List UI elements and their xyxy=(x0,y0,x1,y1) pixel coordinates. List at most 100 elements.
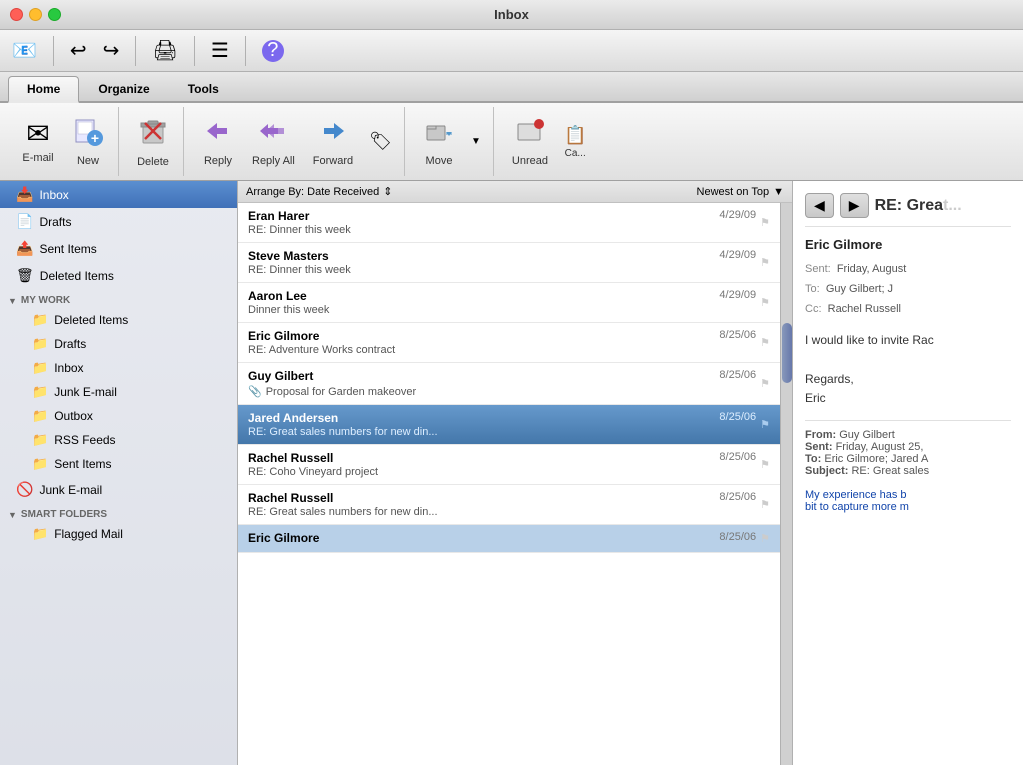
sidebar-item-junk-email[interactable]: 🚫 Junk E-mail xyxy=(0,476,237,503)
categorize-icon: 📋 xyxy=(564,125,586,146)
cc-label: Cc: xyxy=(805,303,822,315)
email-subject: Dinner this week xyxy=(248,304,711,316)
tab-tools[interactable]: Tools xyxy=(169,76,238,101)
mw-deleted-icon: 📁 xyxy=(32,312,48,328)
table-row[interactable]: Eran Harer RE: Dinner this week 4/29/09 … xyxy=(238,203,780,243)
newest-arrow-icon: ▼ xyxy=(773,186,784,198)
preview-forward-button[interactable]: ▶ xyxy=(840,193,869,218)
sidebar-item-mw-junk[interactable]: 📁 Junk E-mail xyxy=(0,380,237,404)
table-row[interactable]: Aaron Lee Dinner this week 4/29/09 ⚑ xyxy=(238,283,780,323)
sidebar-item-mw-rss[interactable]: 📁 RSS Feeds xyxy=(0,428,237,452)
sidebar-drafts-label: Drafts xyxy=(39,215,229,229)
email-subject: RE: Great sales numbers for new din... xyxy=(248,506,711,518)
reply-button[interactable]: Reply xyxy=(194,112,242,171)
scrollbar-thumb[interactable] xyxy=(782,323,792,383)
print-toolbar-btn[interactable]: 🖨 xyxy=(148,36,181,65)
sidebar-item-mw-drafts[interactable]: 📁 Drafts xyxy=(0,332,237,356)
email-row-content: Eric Gilmore RE: Adventure Works contrac… xyxy=(248,329,711,356)
email-row-content: Steve Masters RE: Dinner this week xyxy=(248,249,711,276)
arrange-sort-icon: ⇕ xyxy=(383,185,392,198)
table-row[interactable]: Eric Gilmore 8/25/06 ⚑ xyxy=(238,525,780,553)
move-button[interactable]: Move xyxy=(415,112,463,171)
preview-header-bar: ◀ ▶ RE: Great... xyxy=(805,193,1011,227)
print-icon: 🖨 xyxy=(152,38,177,63)
mail-toolbar-icon[interactable]: 📧 xyxy=(8,36,41,65)
sidebar-item-mw-sent[interactable]: 📁 Sent Items xyxy=(0,452,237,476)
table-row[interactable]: Rachel Russell RE: Great sales numbers f… xyxy=(238,485,780,525)
mw-sent-icon: 📁 xyxy=(32,456,48,472)
email-list-scrollbar[interactable] xyxy=(780,203,792,765)
sidebar: 📥 Inbox 📄 Drafts 📤 Sent Items 🗑 Deleted … xyxy=(0,181,238,765)
smart-folders-label: SMART FOLDERS xyxy=(21,509,107,520)
to-value: Guy Gilbert; J xyxy=(826,283,893,295)
quoted-subject-label: Subject: xyxy=(805,465,848,477)
table-row[interactable]: Rachel Russell RE: Coho Vineyard project… xyxy=(238,445,780,485)
sidebar-item-sent-items[interactable]: 📤 Sent Items xyxy=(0,235,237,262)
mw-inbox-icon: 📁 xyxy=(32,360,48,376)
sidebar-item-mw-inbox[interactable]: 📁 Inbox xyxy=(0,356,237,380)
delete-button[interactable]: Delete xyxy=(129,111,177,172)
new-button[interactable]: + New xyxy=(64,112,112,171)
maximize-button[interactable] xyxy=(48,8,61,21)
email-date: 4/29/09 xyxy=(719,249,756,261)
flagged-mail-icon: 📁 xyxy=(32,526,48,542)
forward-button[interactable]: Forward xyxy=(305,112,361,171)
preview-from: Eric Gilmore xyxy=(805,237,1011,252)
sidebar-inbox-label: Inbox xyxy=(39,188,229,202)
smart-folders-section: ▼ SMART FOLDERS xyxy=(0,503,237,522)
quoted-from-label: From: xyxy=(805,429,836,441)
reply-all-button[interactable]: Reply All xyxy=(244,112,303,171)
arrange-by-selector[interactable]: Arrange By: Date Received ⇕ xyxy=(246,185,393,198)
undo-toolbar-btn[interactable]: ↩ xyxy=(66,36,91,65)
table-row[interactable]: Steve Masters RE: Dinner this week 4/29/… xyxy=(238,243,780,283)
mw-sent-label: Sent Items xyxy=(54,457,111,471)
tag-button[interactable]: 🏷 xyxy=(363,129,398,154)
preview-back-button[interactable]: ◀ xyxy=(805,193,834,218)
close-button[interactable] xyxy=(10,8,23,21)
move-dropdown[interactable]: ▼ xyxy=(465,134,487,149)
quoted-to-label: To: xyxy=(805,453,821,465)
categorize-label: Ca... xyxy=(565,148,586,159)
flag-icon: ⚑ xyxy=(760,256,770,269)
redo-icon: ↪ xyxy=(103,38,120,63)
tab-home[interactable]: Home xyxy=(8,76,79,103)
sidebar-item-mw-outbox[interactable]: 📁 Outbox xyxy=(0,404,237,428)
dropdown-arrow-icon: ▼ xyxy=(471,136,481,147)
table-row[interactable]: Eric Gilmore RE: Adventure Works contrac… xyxy=(238,323,780,363)
email-sender: Rachel Russell xyxy=(248,491,711,505)
email-list-header: Arrange By: Date Received ⇕ Newest on To… xyxy=(238,181,792,203)
email-subject: Proposal for Garden makeover xyxy=(266,386,416,398)
redo-toolbar-btn[interactable]: ↪ xyxy=(99,36,124,65)
reply-all-label: Reply All xyxy=(252,155,295,167)
minimize-button[interactable] xyxy=(29,8,42,21)
tag-icon: 🏷 xyxy=(369,131,392,152)
email-button[interactable]: ✉ E-mail xyxy=(14,116,62,168)
sidebar-item-inbox[interactable]: 📥 Inbox xyxy=(0,181,237,208)
email-row-content: Eran Harer RE: Dinner this week xyxy=(248,209,711,236)
help-toolbar-btn[interactable]: ? xyxy=(258,38,288,64)
email-sender: Steve Masters xyxy=(248,249,711,263)
ribbon-group-email: ✉ E-mail + New xyxy=(8,107,119,176)
sidebar-item-deleted-items[interactable]: 🗑 Deleted Items xyxy=(0,262,237,289)
ribbon-group-delete: Delete xyxy=(123,107,184,176)
newest-on-top-selector[interactable]: Newest on Top ▼ xyxy=(697,186,784,198)
table-row[interactable]: Jared Andersen RE: Great sales numbers f… xyxy=(238,405,780,445)
list-toolbar-btn[interactable]: ☰ xyxy=(207,36,233,65)
quoted-sent-label: Sent: xyxy=(805,441,833,453)
flag-icon: ⚑ xyxy=(760,498,770,511)
smart-folders-arrow-icon: ▼ xyxy=(8,510,17,520)
unread-button[interactable]: Unread xyxy=(504,112,556,171)
sidebar-item-flagged-mail[interactable]: 📁 Flagged Mail xyxy=(0,522,237,546)
flag-icon: ⚑ xyxy=(760,458,770,471)
categorize-button[interactable]: 📋 Ca... xyxy=(558,123,592,161)
table-row[interactable]: Guy Gilbert 📎 Proposal for Garden makeov… xyxy=(238,363,780,405)
sent-label: Sent: xyxy=(805,263,831,275)
sidebar-item-drafts[interactable]: 📄 Drafts xyxy=(0,208,237,235)
tab-organize[interactable]: Organize xyxy=(79,76,168,101)
email-row-content: Guy Gilbert 📎 Proposal for Garden makeov… xyxy=(248,369,711,398)
email-icon: ✉ xyxy=(26,120,49,148)
sidebar-item-mw-deleted[interactable]: 📁 Deleted Items xyxy=(0,308,237,332)
ribbon: Home Organize Tools xyxy=(0,72,1023,103)
mw-outbox-label: Outbox xyxy=(54,409,93,423)
email-meta: 📎 Proposal for Garden makeover xyxy=(248,385,711,398)
